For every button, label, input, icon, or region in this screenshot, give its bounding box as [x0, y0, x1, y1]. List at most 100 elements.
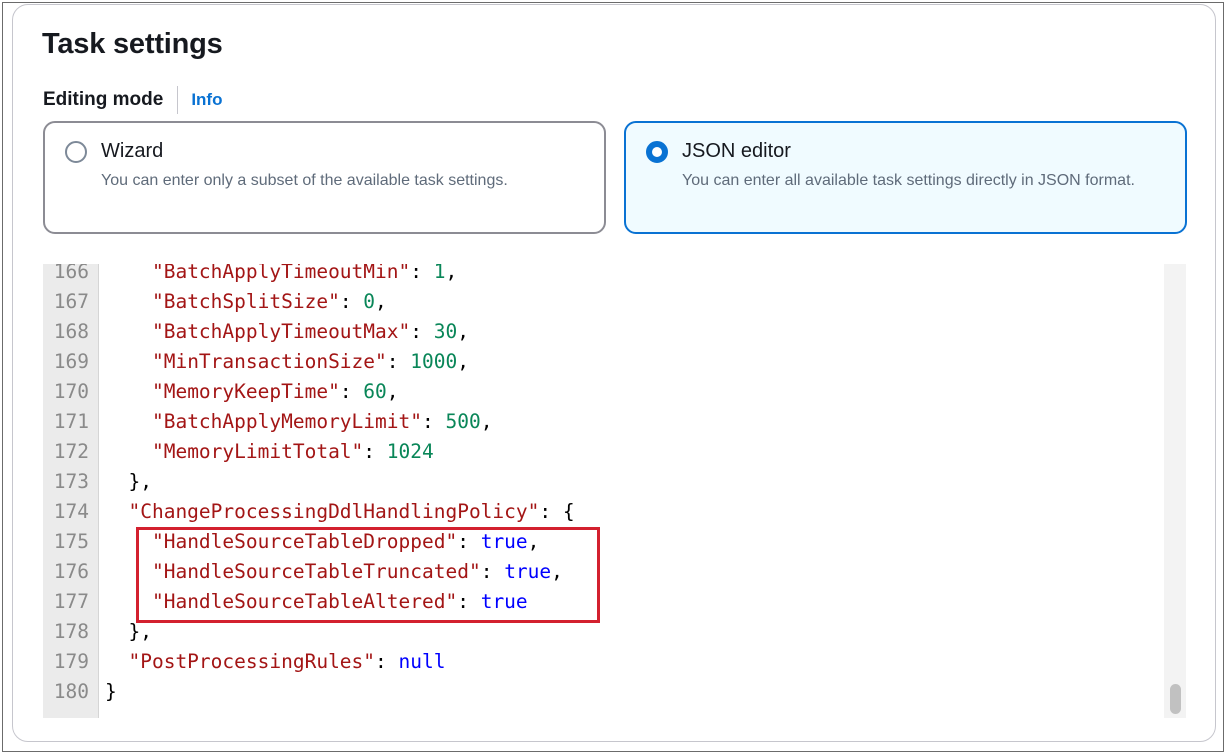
code-line: 171 "BatchApplyMemoryLimit": 500,	[43, 407, 1163, 437]
code-line: 172 "MemoryLimitTotal": 1024	[43, 437, 1163, 467]
json-value: true	[504, 560, 552, 583]
wizard-radio-button[interactable]	[65, 141, 87, 163]
json-punctuation: ,	[375, 290, 387, 313]
code-text: },	[105, 617, 152, 647]
code-text: "MemoryKeepTime": 60,	[105, 377, 399, 407]
json-punctuation: {	[562, 500, 575, 523]
json-punctuation: ,	[551, 560, 563, 583]
code-text: },	[105, 467, 152, 497]
code-text: "MinTransactionSize": 1000,	[105, 347, 469, 377]
code-line: 166 "BatchApplyTimeoutMin": 1,	[43, 264, 1163, 287]
json-separator: :	[339, 380, 364, 403]
code-text: "PostProcessingRules": null	[105, 647, 445, 677]
line-number: 172	[53, 440, 89, 463]
code-line: 178 },	[43, 617, 1163, 647]
line-number: 173	[53, 470, 89, 493]
json-key: "ChangeProcessingDdlHandlingPolicy"	[128, 500, 540, 523]
code-line: 168 "BatchApplyTimeoutMax": 30,	[43, 317, 1163, 347]
code-line: 179 "PostProcessingRules": null	[43, 647, 1163, 677]
json-separator: :	[457, 530, 481, 553]
code-text: "HandleSourceTableDropped": true,	[105, 527, 539, 557]
json-value: true	[480, 590, 528, 613]
editing-mode-label: Editing mode	[43, 89, 164, 110]
json-punctuation: },	[128, 470, 152, 493]
json-punctuation: ,	[457, 350, 469, 373]
code-line: 174 "ChangeProcessingDdlHandlingPolicy":…	[43, 497, 1163, 527]
code-line: 173 },	[43, 467, 1163, 497]
line-number: 174	[53, 500, 89, 523]
json-separator: :	[539, 500, 563, 523]
line-number: 167	[53, 290, 89, 313]
json-separator: :	[339, 290, 364, 313]
wizard-option-description: You can enter only a subset of the avail…	[101, 172, 508, 189]
code-line: 167 "BatchSplitSize": 0,	[43, 287, 1163, 317]
code-text: "HandleSourceTableAltered": true	[105, 587, 528, 617]
code-line: 177 "HandleSourceTableAltered": true	[43, 587, 1163, 617]
json-editor-option-description: You can enter all available task setting…	[682, 172, 1135, 189]
json-punctuation: ,	[445, 264, 458, 283]
editor-scrollbar-track[interactable]	[1164, 264, 1186, 718]
json-key: "BatchApplyTimeoutMin"	[151, 264, 411, 283]
editor-scrollbar-thumb[interactable]	[1170, 684, 1181, 714]
json-punctuation: }	[105, 680, 117, 703]
json-editor-option-tile[interactable]: JSON editor You can enter all available …	[624, 121, 1187, 234]
line-number: 168	[53, 320, 89, 343]
json-key: "MemoryLimitTotal"	[151, 440, 364, 463]
line-number: 171	[53, 410, 89, 433]
json-code-editor[interactable]: 166 "BatchApplyTimeoutMin": 1, 167 "Batch…	[43, 264, 1186, 718]
json-separator: :	[363, 440, 387, 463]
json-key: "BatchApplyMemoryLimit"	[151, 410, 422, 433]
code-line: 170 "MemoryKeepTime": 60,	[43, 377, 1163, 407]
section-title: Task settings	[42, 28, 223, 60]
line-number: 169	[53, 350, 89, 373]
json-punctuation: ,	[480, 410, 493, 433]
code-text: "BatchApplyTimeoutMax": 30,	[105, 317, 469, 347]
label-divider	[177, 86, 179, 114]
line-number: 179	[53, 650, 89, 673]
wizard-option-title: Wizard	[101, 140, 164, 162]
code-line: 180}	[43, 677, 1163, 707]
json-value: 0	[363, 290, 376, 313]
json-editor-radio-button[interactable]	[646, 141, 668, 163]
json-separator: :	[410, 320, 434, 343]
json-value: 60	[363, 380, 387, 403]
wizard-option-tile[interactable]: Wizard You can enter only a subset of th…	[43, 121, 606, 234]
code-text: "ChangeProcessingDdlHandlingPolicy": {	[105, 497, 575, 527]
json-separator: :	[410, 264, 434, 283]
json-separator: :	[422, 410, 446, 433]
json-value: 500	[445, 410, 481, 433]
json-separator: :	[386, 350, 411, 373]
json-separator: :	[480, 560, 505, 583]
json-punctuation: },	[128, 620, 152, 643]
json-punctuation: ,	[457, 320, 469, 343]
json-editor-option-title: JSON editor	[682, 140, 791, 162]
json-value: null	[398, 650, 446, 673]
code-text: "BatchSplitSize": 0,	[105, 287, 387, 317]
line-number: 170	[53, 380, 89, 403]
line-number: 176	[53, 560, 89, 583]
json-key: "MinTransactionSize"	[151, 350, 387, 373]
line-number: 166	[53, 264, 89, 283]
json-key: "BatchApplyTimeoutMax"	[151, 320, 411, 343]
json-value: 1	[433, 264, 446, 283]
editing-mode-row: Editing mode Info	[43, 86, 222, 114]
code-line: 176 "HandleSourceTableTruncated": true,	[43, 557, 1163, 587]
line-number: 177	[53, 590, 89, 613]
info-link[interactable]: Info	[191, 90, 222, 110]
code-text: "BatchApplyMemoryLimit": 500,	[105, 407, 493, 437]
json-value: true	[480, 530, 528, 553]
json-value: 1000	[410, 350, 458, 373]
json-key: "MemoryKeepTime"	[151, 380, 340, 403]
json-key: "HandleSourceTableDropped"	[151, 530, 458, 553]
code-line: 169 "MinTransactionSize": 1000,	[43, 347, 1163, 377]
json-key: "PostProcessingRules"	[128, 650, 376, 673]
